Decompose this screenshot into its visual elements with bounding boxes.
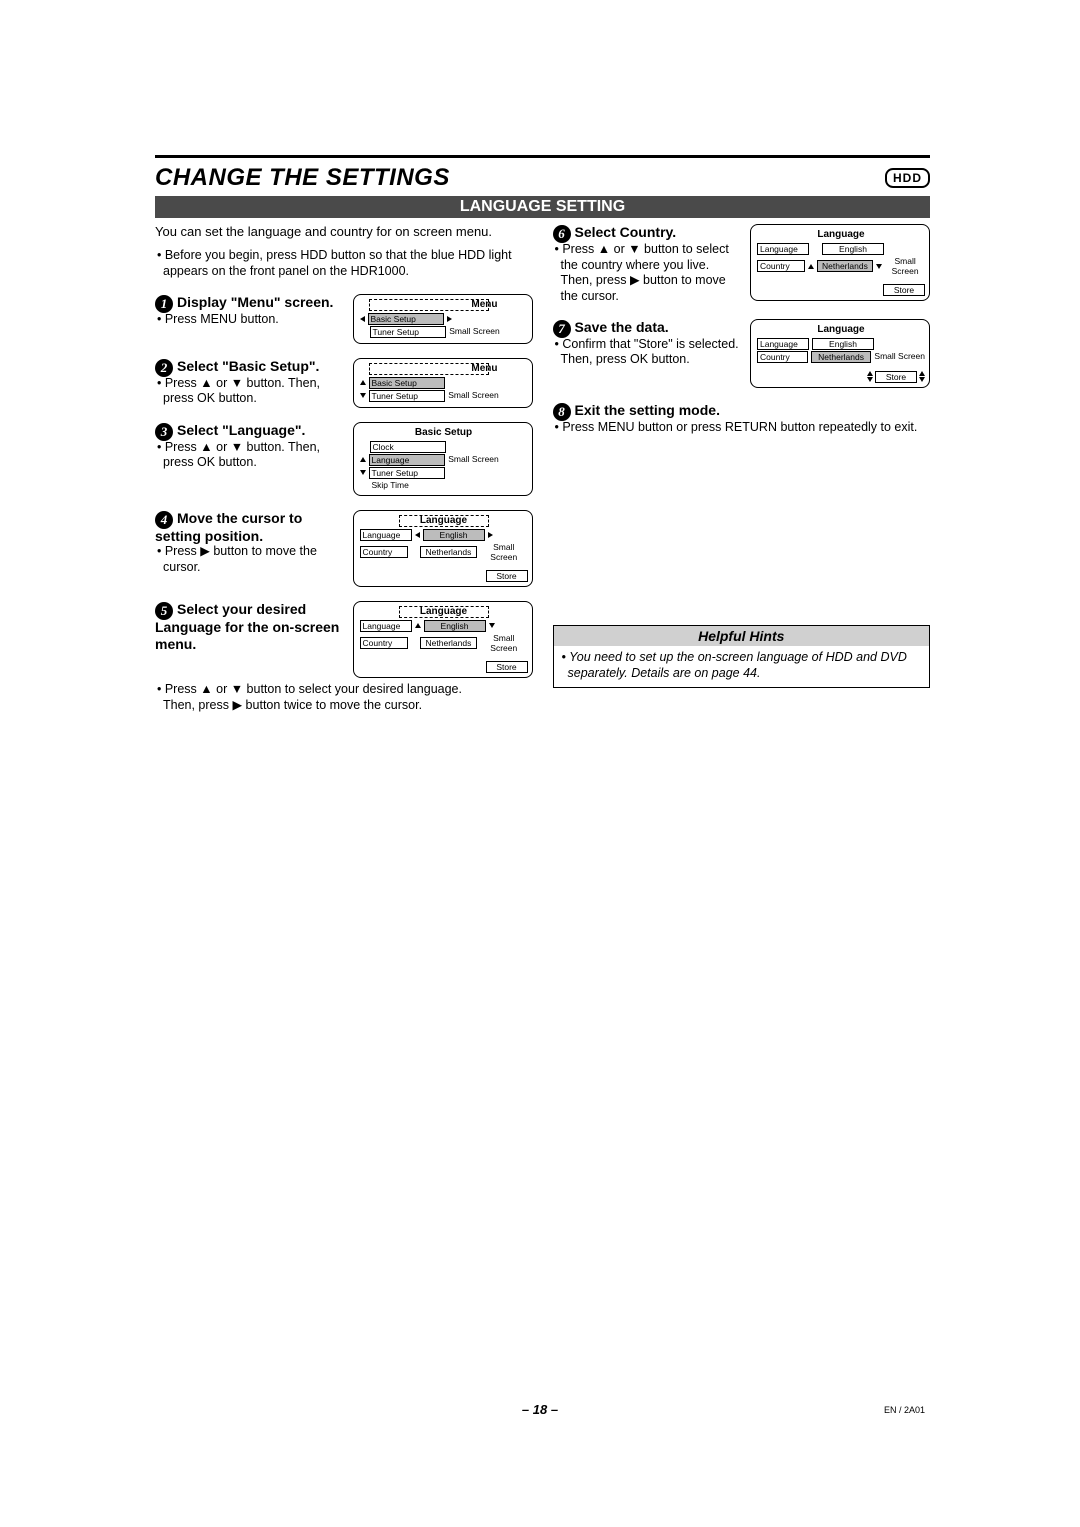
step-2-desc: • Press ▲ or ▼ button. Then, press OK bu… xyxy=(155,376,345,407)
doc-code: EN / 2A01 xyxy=(884,1405,925,1415)
step-7-heading: Save the data. xyxy=(575,319,669,335)
step-7-desc: • Confirm that "Store" is selected. Then… xyxy=(553,337,743,368)
step-8: 8Exit the setting mode. • Press MENU but… xyxy=(553,402,931,436)
step-num-2: 2 xyxy=(155,359,173,377)
step-num-4: 4 xyxy=(155,511,173,529)
hints-title: Helpful Hints xyxy=(554,626,930,646)
manual-page: CHANGE THE SETTINGS HDD LANGUAGE SETTING… xyxy=(0,0,1080,1527)
step-8-heading: Exit the setting mode. xyxy=(575,402,720,418)
osd-language-4: Language Language English Country Nether… xyxy=(353,510,533,587)
intro-bullet: • Before you begin, press HDD button so … xyxy=(155,248,533,279)
step-1-heading: Display "Menu" screen. xyxy=(177,294,333,310)
left-column: You can set the language and country for… xyxy=(155,224,533,714)
right-column: 6Select Country. • Press ▲ or ▼ button t… xyxy=(553,224,931,714)
content-columns: You can set the language and country for… xyxy=(155,224,930,714)
title-row: CHANGE THE SETTINGS HDD xyxy=(155,164,930,192)
osd-menu-2: Menu Basic Setup Tuner Setup Small Scree… xyxy=(353,358,533,408)
hints-body: • You need to set up the on-screen langu… xyxy=(554,646,930,687)
step-num-1: 1 xyxy=(155,295,173,313)
step-5-desc: • Press ▲ or ▼ button to select your des… xyxy=(155,682,533,713)
step-8-desc: • Press MENU button or press RETURN butt… xyxy=(553,420,931,436)
section-bar: LANGUAGE SETTING xyxy=(155,196,930,218)
step-6: 6Select Country. • Press ▲ or ▼ button t… xyxy=(553,224,931,305)
step-4-heading: Move the cursor to setting position. xyxy=(155,510,302,544)
hdd-badge: HDD xyxy=(885,168,930,188)
step-3: 3Select "Language". • Press ▲ or ▼ butto… xyxy=(155,422,533,496)
chapter-title: CHANGE THE SETTINGS xyxy=(155,164,450,192)
step-1-desc: • Press MENU button. xyxy=(155,312,345,328)
osd-language-6: Language Language English Country Nether… xyxy=(750,224,930,301)
helpful-hints: Helpful Hints • You need to set up the o… xyxy=(553,625,931,688)
top-rule xyxy=(155,155,930,158)
step-5-heading: Select your desired Language for the on-… xyxy=(155,601,339,652)
step-7: 7Save the data. • Confirm that "Store" i… xyxy=(553,319,931,388)
step-num-8: 8 xyxy=(553,403,571,421)
step-3-desc: • Press ▲ or ▼ button. Then, press OK bu… xyxy=(155,440,345,471)
step-num-3: 3 xyxy=(155,423,173,441)
step-num-7: 7 xyxy=(553,320,571,338)
step-3-heading: Select "Language". xyxy=(177,422,305,438)
intro-text: You can set the language and country for… xyxy=(155,224,533,240)
osd-language-5: Language Language English Country Nether… xyxy=(353,601,533,678)
osd-basic-setup: Basic Setup Clock LanguageSmall Screen T… xyxy=(353,422,533,496)
step-6-desc: • Press ▲ or ▼ button to select the coun… xyxy=(553,242,743,305)
step-2: 2Select "Basic Setup". • Press ▲ or ▼ bu… xyxy=(155,358,533,408)
step-6-heading: Select Country. xyxy=(575,224,677,240)
step-4: 4Move the cursor to setting position. • … xyxy=(155,510,533,587)
step-2-heading: Select "Basic Setup". xyxy=(177,358,319,374)
step-5: 5Select your desired Language for the on… xyxy=(155,601,533,678)
step-num-5: 5 xyxy=(155,602,173,620)
step-1: 1Display "Menu" screen. • Press MENU but… xyxy=(155,294,533,344)
osd-menu-1: Menu Basic Setup Tuner Setup Small Scree… xyxy=(353,294,533,344)
step-num-6: 6 xyxy=(553,225,571,243)
osd-language-7: Language Language English Country Nether… xyxy=(750,319,930,388)
step-4-desc: • Press ▶ button to move the cursor. xyxy=(155,544,345,575)
